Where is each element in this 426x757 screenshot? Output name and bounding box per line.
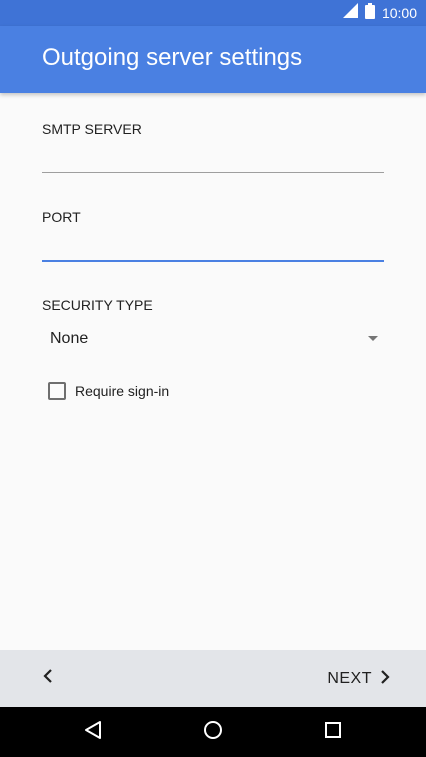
home-icon (203, 720, 223, 745)
next-button[interactable]: NEXT (327, 667, 390, 691)
require-signin-checkbox[interactable] (48, 382, 66, 400)
port-underline-focused (42, 260, 384, 262)
smtp-server-label: SMTP SERVER (42, 121, 142, 137)
navigation-bar (0, 707, 426, 757)
smtp-server-input[interactable] (42, 143, 384, 173)
require-signin-row[interactable]: Require sign-in (48, 381, 169, 401)
next-label: NEXT (327, 670, 372, 687)
chevron-left-icon (43, 668, 53, 688)
chevron-right-icon (380, 669, 390, 689)
status-icons: 10:00 (342, 2, 417, 24)
page-title: Outgoing server settings (42, 44, 303, 71)
nav-home-button[interactable] (202, 720, 224, 745)
nav-recents-button[interactable] (322, 721, 344, 743)
security-type-dropdown[interactable]: None (42, 322, 384, 356)
status-time: 10:00 (381, 5, 417, 21)
security-type-value: None (50, 330, 89, 347)
signal-icon (342, 3, 358, 23)
nav-back-button[interactable] (82, 720, 104, 745)
security-type-label: SECURITY TYPE (42, 297, 153, 313)
previous-button[interactable] (38, 668, 58, 688)
port-input[interactable] (42, 231, 384, 261)
status-bar: 10:00 (0, 0, 426, 26)
dropdown-arrow-icon (368, 336, 378, 341)
require-signin-label: Require sign-in (75, 383, 170, 399)
battery-icon (364, 2, 375, 24)
port-label: PORT (42, 209, 81, 225)
app-bar: Outgoing server settings (0, 26, 426, 93)
smtp-server-underline (42, 172, 384, 173)
bottom-bar: NEXT (0, 650, 426, 707)
recents-icon (324, 721, 342, 744)
back-icon (84, 720, 102, 745)
